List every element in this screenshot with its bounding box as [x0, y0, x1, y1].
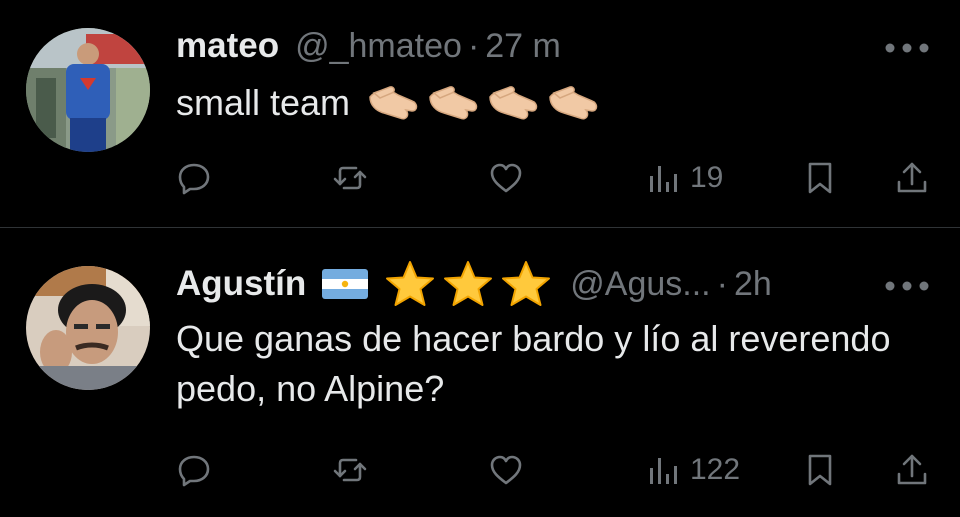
separator: · [467, 26, 480, 65]
tweet-text: small team [176, 78, 602, 128]
share-icon [897, 162, 927, 193]
pinching-hand-icon [549, 86, 598, 120]
tweet[interactable]: mateo @_hmateo · 27 m small team 19 [0, 0, 960, 228]
share-button[interactable] [894, 450, 930, 490]
views-chart-icon [650, 166, 677, 192]
action-bar: 122 [176, 450, 932, 490]
repost-button[interactable] [332, 158, 368, 198]
user-handle[interactable]: @Agus... [570, 265, 710, 304]
avatar[interactable] [26, 28, 150, 152]
views-button[interactable]: 122 [646, 450, 740, 490]
star-rating [382, 259, 554, 309]
star-icon [502, 261, 551, 306]
more-options-icon[interactable] [884, 280, 930, 292]
tweet-text: Que ganas de hacer bardo y lío al revere… [176, 318, 891, 409]
reply-icon [178, 455, 210, 487]
timestamp[interactable]: 27 m [485, 27, 561, 66]
action-bar: 19 [176, 158, 932, 198]
star-icon [444, 261, 493, 306]
avatar[interactable] [26, 266, 150, 390]
view-count: 122 [690, 453, 741, 486]
views-button[interactable]: 19 [646, 158, 723, 198]
tweet[interactable]: Agustín @Agus... · 2h Que ganas de hacer… [0, 228, 960, 516]
star-icon [386, 261, 435, 306]
like-button[interactable] [488, 450, 524, 490]
tweet-text-content: small team [176, 82, 351, 123]
pinching-hand-icon [369, 86, 418, 120]
more-options-icon[interactable] [884, 42, 930, 54]
reply-button[interactable] [176, 158, 212, 198]
separator: · [716, 264, 728, 303]
view-count: 19 [690, 161, 724, 194]
like-button[interactable] [488, 158, 524, 198]
tweet-header: mateo @_hmateo · 27 m [176, 24, 561, 68]
emoji-group [366, 83, 602, 123]
reply-button[interactable] [176, 450, 212, 490]
display-name[interactable]: mateo [176, 26, 279, 66]
user-handle[interactable]: @_hmateo [295, 27, 462, 66]
repost-icon [333, 458, 367, 482]
display-name[interactable]: Agustín [176, 264, 306, 304]
share-button[interactable] [894, 158, 930, 198]
bookmark-icon [808, 162, 832, 194]
timestamp[interactable]: 2h [734, 265, 772, 304]
heart-icon [490, 163, 522, 193]
pinching-hand-icon [429, 86, 478, 120]
heart-icon [490, 455, 522, 485]
argentina-flag-icon [322, 269, 369, 299]
bookmark-icon [808, 454, 832, 486]
repost-icon [333, 166, 367, 190]
views-chart-icon [650, 458, 677, 484]
tweet-header: Agustín @Agus... · 2h [176, 259, 772, 309]
share-icon [897, 454, 927, 485]
pinching-hand-icon [489, 86, 538, 120]
bookmark-button[interactable] [802, 450, 838, 490]
repost-button[interactable] [332, 450, 368, 490]
bookmark-button[interactable] [802, 158, 838, 198]
reply-icon [178, 163, 210, 195]
